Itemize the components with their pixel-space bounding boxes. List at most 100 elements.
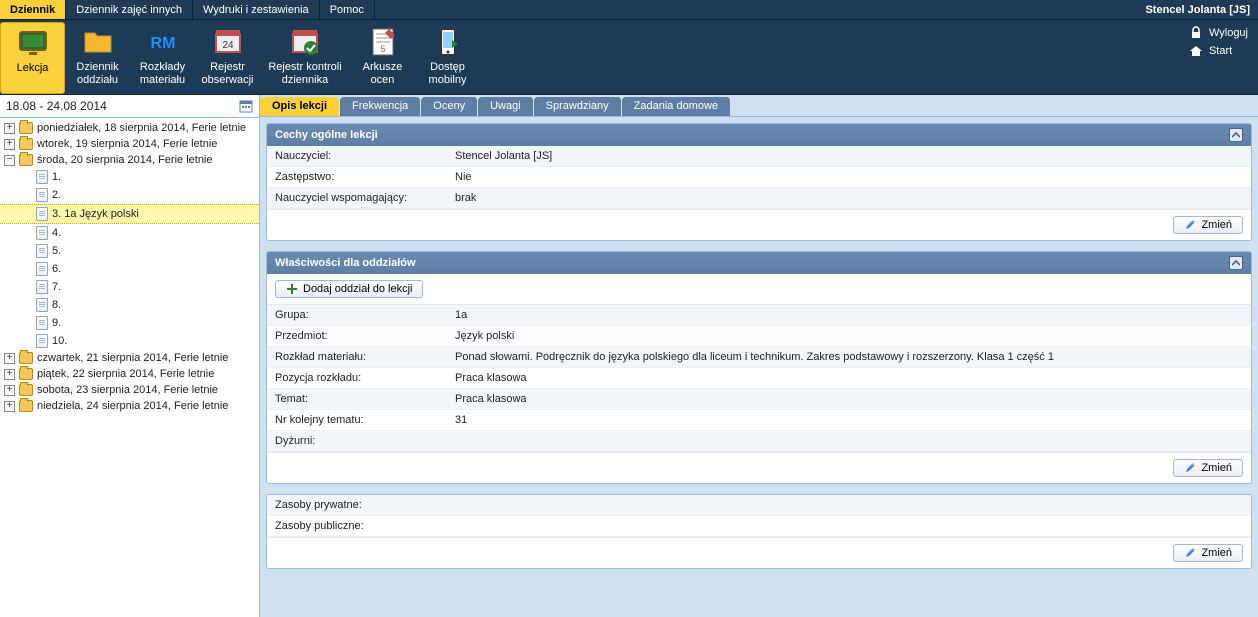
tab-frekwencja[interactable]: Frekwencja — [340, 97, 421, 116]
tree-day[interactable]: + sobota, 23 sierpnia 2014, Ferie letnie — [0, 382, 259, 398]
lock-icon — [1189, 26, 1203, 40]
field-label: Zastępstwo: — [275, 171, 455, 183]
ribbon-label: Dziennik oddziału — [67, 61, 128, 86]
tree-lesson[interactable]: 8. — [0, 296, 259, 314]
page-icon — [36, 188, 48, 202]
tree-day[interactable]: +czwartek, 21 sierpnia 2014, Ferie letni… — [0, 350, 259, 366]
expand-icon[interactable]: + — [4, 139, 15, 150]
tree-lesson[interactable]: 4. — [0, 224, 259, 242]
tree-day[interactable]: −środa, 20 sierpnia 2014, Ferie letnie — [0, 152, 259, 168]
svg-text:RM: RM — [150, 35, 175, 52]
field-label: Temat: — [275, 393, 455, 405]
panel-area: Cechy ogólne lekcji Nauczyciel:Stencel J… — [260, 117, 1258, 617]
field-label: Rozkład materiału: — [275, 351, 455, 363]
ribbon-rozklady[interactable]: RM Rozkłady materiału — [130, 22, 195, 94]
field-row: Grupa:1a — [267, 305, 1251, 326]
change-label: Zmień — [1201, 462, 1232, 474]
tab-oceny[interactable]: Oceny — [421, 97, 478, 116]
expand-icon[interactable]: + — [4, 401, 15, 412]
tree-day[interactable]: + piątek, 22 sierpnia 2014, Ferie letnie — [0, 366, 259, 382]
panel-wlasciwosci: Właściwości dla oddziałów Dodaj oddział … — [266, 251, 1252, 484]
field-label: Pozycja rozkładu: — [275, 372, 455, 384]
ribbon-dziennik-oddzialu[interactable]: Dziennik oddziału — [65, 22, 130, 94]
date-range-header[interactable]: 18.08 - 24.08 2014 — [0, 95, 259, 118]
expand-icon[interactable]: + — [4, 385, 15, 396]
svg-text:24: 24 — [222, 40, 234, 51]
tree-day[interactable]: +wtorek, 19 sierpnia 2014, Ferie letnie — [0, 136, 259, 152]
add-oddzial-button[interactable]: Dodaj oddział do lekcji — [275, 280, 423, 298]
tab-sprawdziany[interactable]: Sprawdziany — [534, 97, 622, 116]
tree-lesson[interactable]: 7. — [0, 278, 259, 296]
field-label: Zasoby prywatne: — [275, 499, 455, 511]
tab-zadania-domowe[interactable]: Zadania domowe — [622, 97, 731, 116]
collapse-icon[interactable]: − — [4, 155, 15, 166]
tree-lesson[interactable]: 3. 1a Język polski — [0, 204, 259, 224]
field-value: Praca klasowa — [455, 372, 1243, 384]
field-row: Zastępstwo:Nie — [267, 167, 1251, 188]
tree-lesson[interactable]: 5. — [0, 242, 259, 260]
field-row: Nauczyciel:Stencel Jolanta [JS] — [267, 146, 1251, 167]
page-icon — [36, 226, 48, 240]
top-tab-dziennik[interactable]: Dziennik — [0, 0, 66, 19]
folder-icon — [19, 122, 33, 134]
top-tab-wydruki[interactable]: Wydruki i zestawienia — [193, 0, 320, 19]
page-icon — [36, 298, 48, 312]
collapse-button[interactable] — [1229, 256, 1243, 270]
field-value — [455, 499, 1243, 511]
tree-lesson[interactable]: 9. — [0, 314, 259, 332]
field-row: Pozycja rozkładu:Praca klasowa — [267, 368, 1251, 389]
expand-icon[interactable]: + — [4, 369, 15, 380]
folder-icon — [19, 368, 33, 380]
ribbon-arkusze-ocen[interactable]: 5 Arkusze ocen — [350, 22, 415, 94]
tree-lesson[interactable]: 2. — [0, 186, 259, 204]
change-button[interactable]: Zmień — [1173, 459, 1243, 477]
change-button[interactable]: Zmień — [1173, 216, 1243, 234]
expand-icon[interactable]: + — [4, 123, 15, 134]
tree-lesson-label: 5. — [52, 245, 61, 257]
field-row: Rozkład materiału:Ponad słowami. Podręcz… — [267, 347, 1251, 368]
tab-opis-lekcji[interactable]: Opis lekcji — [260, 97, 340, 116]
logout-link[interactable]: Wyloguj — [1189, 26, 1248, 40]
board-icon — [17, 27, 49, 59]
tree-day[interactable]: + niedziela, 24 sierpnia 2014, Ferie letn… — [0, 398, 259, 414]
pencil-icon — [1184, 547, 1196, 559]
mobile-icon — [432, 26, 464, 58]
top-tab-dziennik-innych[interactable]: Dziennik zajęć innych — [66, 0, 193, 19]
field-row: Dyżurni: — [267, 431, 1251, 452]
ribbon-dostep-mobilny[interactable]: Dostęp mobilny — [415, 22, 480, 94]
field-row: Nauczyciel wspomagający:brak — [267, 188, 1251, 209]
tree-day-label: sobota, 23 sierpnia 2014, Ferie letnie — [37, 384, 218, 396]
sidebar: 18.08 - 24.08 2014 +poniedziałek, 18 sie… — [0, 95, 260, 617]
tree-day[interactable]: +poniedziałek, 18 sierpnia 2014, Ferie l… — [0, 120, 259, 136]
page-icon — [36, 170, 48, 184]
tab-uwagi[interactable]: Uwagi — [478, 97, 534, 116]
tree-lesson[interactable]: 1. — [0, 168, 259, 186]
expand-icon[interactable]: + — [4, 353, 15, 364]
tree-lesson-label: 3. 1a Język polski — [52, 208, 139, 220]
field-value: Praca klasowa — [455, 393, 1243, 405]
tree-lesson[interactable]: 6. — [0, 260, 259, 278]
date-range-label: 18.08 - 24.08 2014 — [6, 99, 107, 113]
tree-lesson-label: 4. — [52, 227, 61, 239]
top-tab-pomoc[interactable]: Pomoc — [320, 0, 375, 19]
tree-lesson-label: 2. — [52, 189, 61, 201]
layout: 18.08 - 24.08 2014 +poniedziałek, 18 sie… — [0, 95, 1258, 617]
home-icon — [1189, 44, 1203, 58]
ribbon-rejestr-kontroli[interactable]: Rejestr kontroli dziennika — [260, 22, 350, 94]
change-label: Zmień — [1201, 219, 1232, 231]
lesson-tree[interactable]: +poniedziałek, 18 sierpnia 2014, Ferie l… — [0, 118, 259, 617]
change-button[interactable]: Zmień — [1173, 544, 1243, 562]
ribbon-rejestr-obserwacji[interactable]: 24 Rejestr obserwacji — [195, 22, 260, 94]
page-icon — [36, 316, 48, 330]
tree-day-label: niedziela, 24 sierpnia 2014, Ferie letni… — [37, 400, 228, 412]
tree-day-label: piątek, 22 sierpnia 2014, Ferie letnie — [37, 368, 214, 380]
field-value: Stencel Jolanta [JS] — [455, 150, 1243, 162]
ribbon-label: Rozkłady materiału — [132, 61, 193, 86]
collapse-button[interactable] — [1229, 128, 1243, 142]
svg-text:5: 5 — [380, 44, 385, 54]
tree-lesson[interactable]: 10. — [0, 332, 259, 350]
field-row: Przedmiot:Język polski — [267, 326, 1251, 347]
calendar-icon[interactable] — [239, 99, 253, 113]
start-link[interactable]: Start — [1189, 44, 1248, 58]
ribbon-lekcja[interactable]: Lekcja — [0, 22, 65, 94]
